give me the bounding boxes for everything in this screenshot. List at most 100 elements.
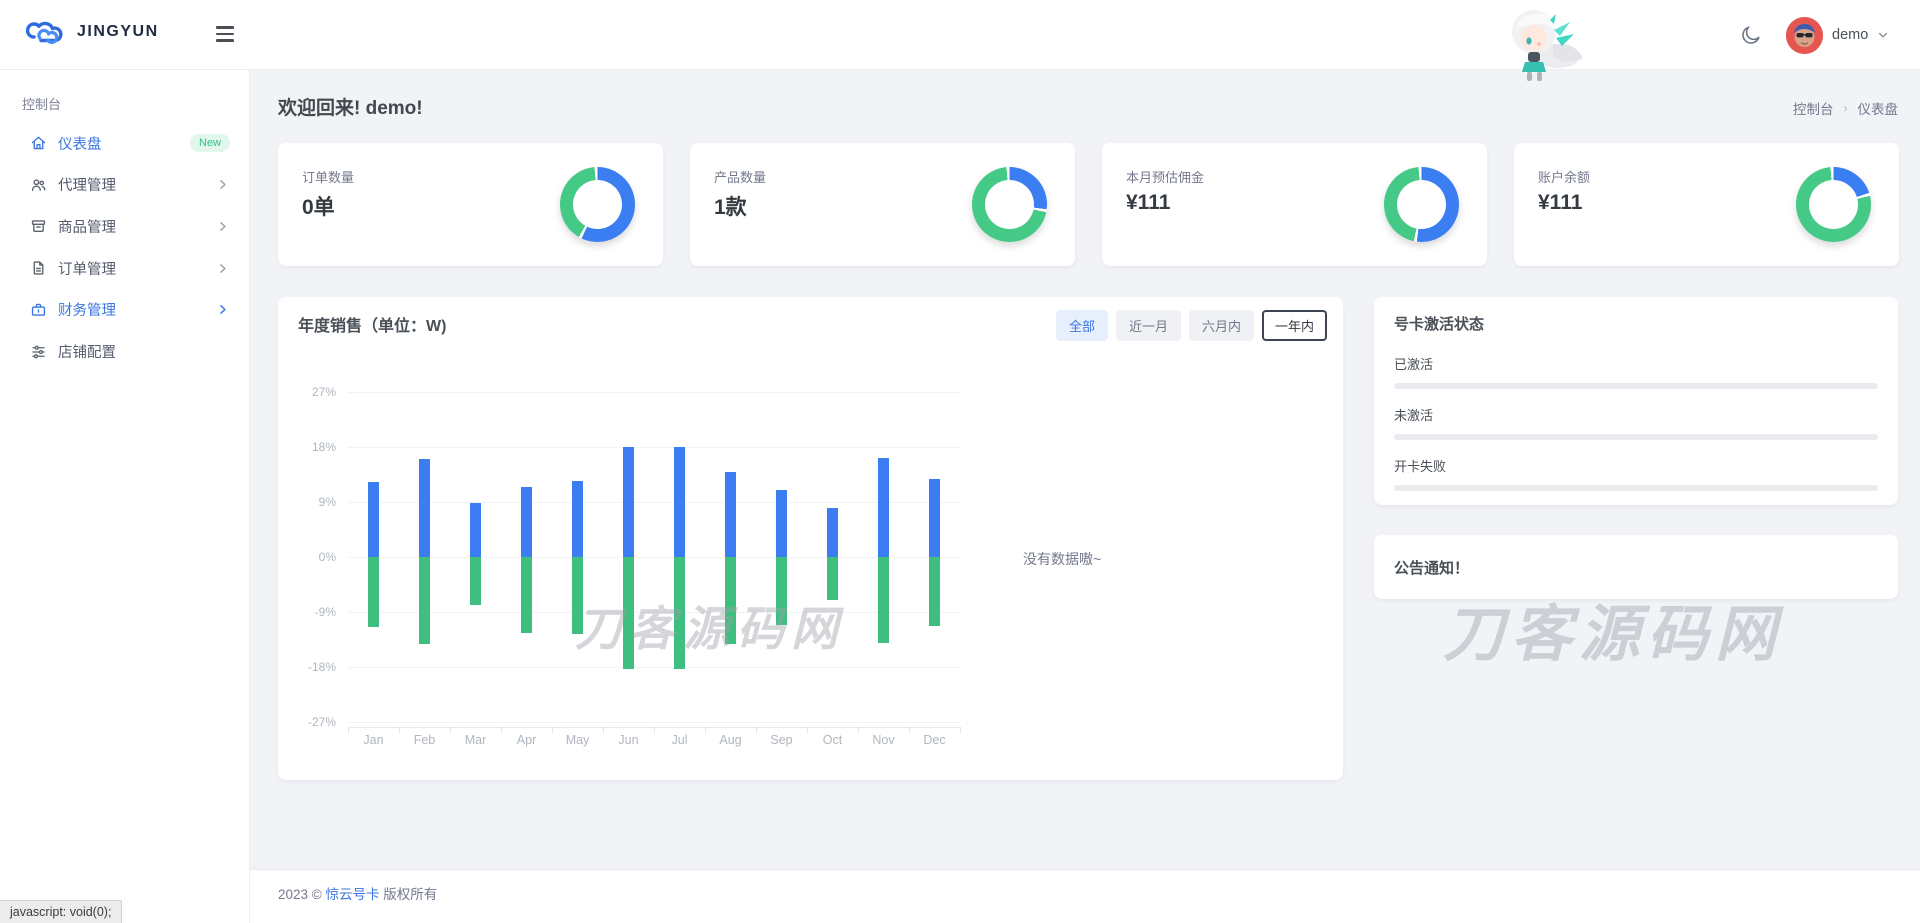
bar-negative-Oct	[827, 557, 838, 600]
bar-negative-Aug	[725, 557, 736, 644]
cloud-logo-icon	[26, 17, 68, 47]
sidebar-item-label: 代理管理	[58, 174, 116, 195]
bar-positive-Sep	[776, 490, 787, 557]
gridline	[348, 722, 960, 723]
bar-negative-Dec	[929, 557, 940, 626]
donut-chart	[560, 167, 635, 242]
sidebar-item-label: 订单管理	[58, 258, 116, 279]
breadcrumb-home[interactable]: 控制台	[1793, 98, 1834, 118]
filter-button-0[interactable]: 全部	[1056, 310, 1108, 341]
gridline	[348, 502, 960, 503]
bar-negative-Jun	[623, 557, 634, 669]
x-axis-label-Mar: Mar	[450, 733, 501, 747]
stat-label: 产品数量	[714, 167, 766, 186]
y-axis-tick-label: -9%	[278, 605, 336, 619]
breadcrumb: 控制台 › 仪表盘	[1793, 98, 1898, 118]
bar-negative-Sep	[776, 557, 787, 625]
stat-label: 账户余额	[1538, 167, 1590, 186]
donut-chart	[1796, 167, 1871, 242]
x-axis-label-Dec: Dec	[909, 733, 960, 747]
bar-negative-Feb	[419, 557, 430, 644]
users-icon	[30, 176, 47, 193]
stat-value: 0单	[302, 191, 335, 221]
sidebar-item-shop[interactable]: 店铺配置	[0, 331, 250, 373]
y-axis-tick-label: 18%	[278, 440, 336, 454]
gridline	[348, 557, 960, 558]
progress-bar	[1394, 485, 1878, 491]
x-axis-label-May: May	[552, 733, 603, 747]
card-activation-status: 号卡激活状态 已激活未激活开卡失败	[1374, 297, 1898, 505]
activation-label: 开卡失败	[1394, 456, 1878, 475]
filter-button-3[interactable]: 一年内	[1262, 310, 1327, 341]
dark-mode-toggle[interactable]	[1735, 19, 1767, 51]
x-axis-label-Nov: Nov	[858, 733, 909, 747]
x-axis-label-Jul: Jul	[654, 733, 705, 747]
bar-positive-Jul	[674, 447, 685, 557]
stat-value: ¥111	[1538, 191, 1582, 215]
x-axis-label-Sep: Sep	[756, 733, 807, 747]
bar-negative-Jan	[368, 557, 379, 627]
sidebar-item-agents[interactable]: 代理管理	[0, 164, 250, 206]
y-axis-tick-label: -18%	[278, 660, 336, 674]
y-axis-tick-label: -27%	[278, 715, 336, 729]
notice-title: 公告通知！	[1394, 557, 1469, 578]
bar-positive-Jun	[623, 447, 634, 557]
stat-label: 订单数量	[302, 167, 354, 186]
x-axis-label-Apr: Apr	[501, 733, 552, 747]
bar-positive-Mar	[470, 503, 481, 557]
sidebar-item-finance[interactable]: 财务管理	[0, 289, 250, 331]
sidebar-item-orders[interactable]: 订单管理	[0, 247, 250, 289]
home-icon	[30, 135, 47, 152]
gridline	[348, 612, 960, 613]
chevron-down-icon	[1877, 29, 1889, 41]
copyright-text: 2023 © 惊云号卡 版权所有	[278, 883, 437, 903]
top-header: JINGYUN	[0, 0, 1920, 70]
x-axis-label-Jan: Jan	[348, 733, 399, 747]
bar-positive-Feb	[419, 459, 430, 557]
bar-negative-Nov	[878, 557, 889, 643]
chart-filter-group: 全部近一月六月内一年内	[1056, 310, 1327, 341]
mascot-character	[1498, 4, 1594, 89]
x-axis-label-Aug: Aug	[705, 733, 756, 747]
sliders-icon	[30, 343, 47, 360]
chevron-right-icon	[216, 220, 229, 233]
bar-negative-Apr	[521, 557, 532, 633]
stat-card-2: 本月预估佣金¥111	[1102, 143, 1487, 266]
filter-button-2[interactable]: 六月内	[1189, 310, 1254, 341]
user-menu[interactable]: demo	[1786, 15, 1889, 55]
y-axis-tick-label: 27%	[278, 385, 336, 399]
hamburger-menu-icon[interactable]	[216, 24, 238, 44]
bar-positive-Oct	[827, 508, 838, 557]
sidebar-item-label: 店铺配置	[58, 341, 116, 362]
sidebar: 控制台 仪表盘New 代理管理商品管理订单管理财务管理店铺配置	[0, 70, 250, 923]
chevron-right-icon	[216, 178, 229, 191]
gridline	[348, 392, 960, 393]
card-notice: 公告通知！	[1374, 535, 1898, 599]
user-name: demo	[1832, 27, 1868, 43]
filter-button-1[interactable]: 近一月	[1116, 310, 1181, 341]
file-icon	[30, 260, 47, 277]
y-axis-tick-label: 0%	[278, 550, 336, 564]
sidebar-item-dashboard[interactable]: 仪表盘New	[0, 122, 250, 164]
bar-positive-Jan	[368, 482, 379, 557]
briefcase-icon	[30, 301, 47, 318]
activation-label: 未激活	[1394, 405, 1878, 424]
stat-value: 1款	[714, 191, 747, 221]
footer: 2023 © 惊云号卡 版权所有	[250, 869, 1920, 923]
footer-suffix: 版权所有	[383, 887, 437, 902]
activation-label: 已激活	[1394, 354, 1878, 373]
sidebar-section-label: 控制台	[22, 94, 61, 113]
sidebar-item-products[interactable]: 商品管理	[0, 205, 250, 247]
footer-brand-link[interactable]: 惊云号卡	[326, 887, 380, 902]
bar-negative-Jul	[674, 557, 685, 669]
stat-card-3: 账户余额 ¥111	[1514, 143, 1899, 266]
activation-row-1: 未激活	[1394, 405, 1878, 440]
bar-positive-May	[572, 481, 583, 557]
y-axis-tick-label: 9%	[278, 495, 336, 509]
sidebar-item-label: 财务管理	[58, 299, 116, 320]
stat-value: ¥111	[1126, 191, 1170, 215]
activation-title: 号卡激活状态	[1394, 313, 1878, 334]
brand-name: JINGYUN	[77, 23, 159, 41]
brand-logo[interactable]: JINGYUN	[26, 17, 159, 47]
progress-bar	[1394, 383, 1878, 389]
